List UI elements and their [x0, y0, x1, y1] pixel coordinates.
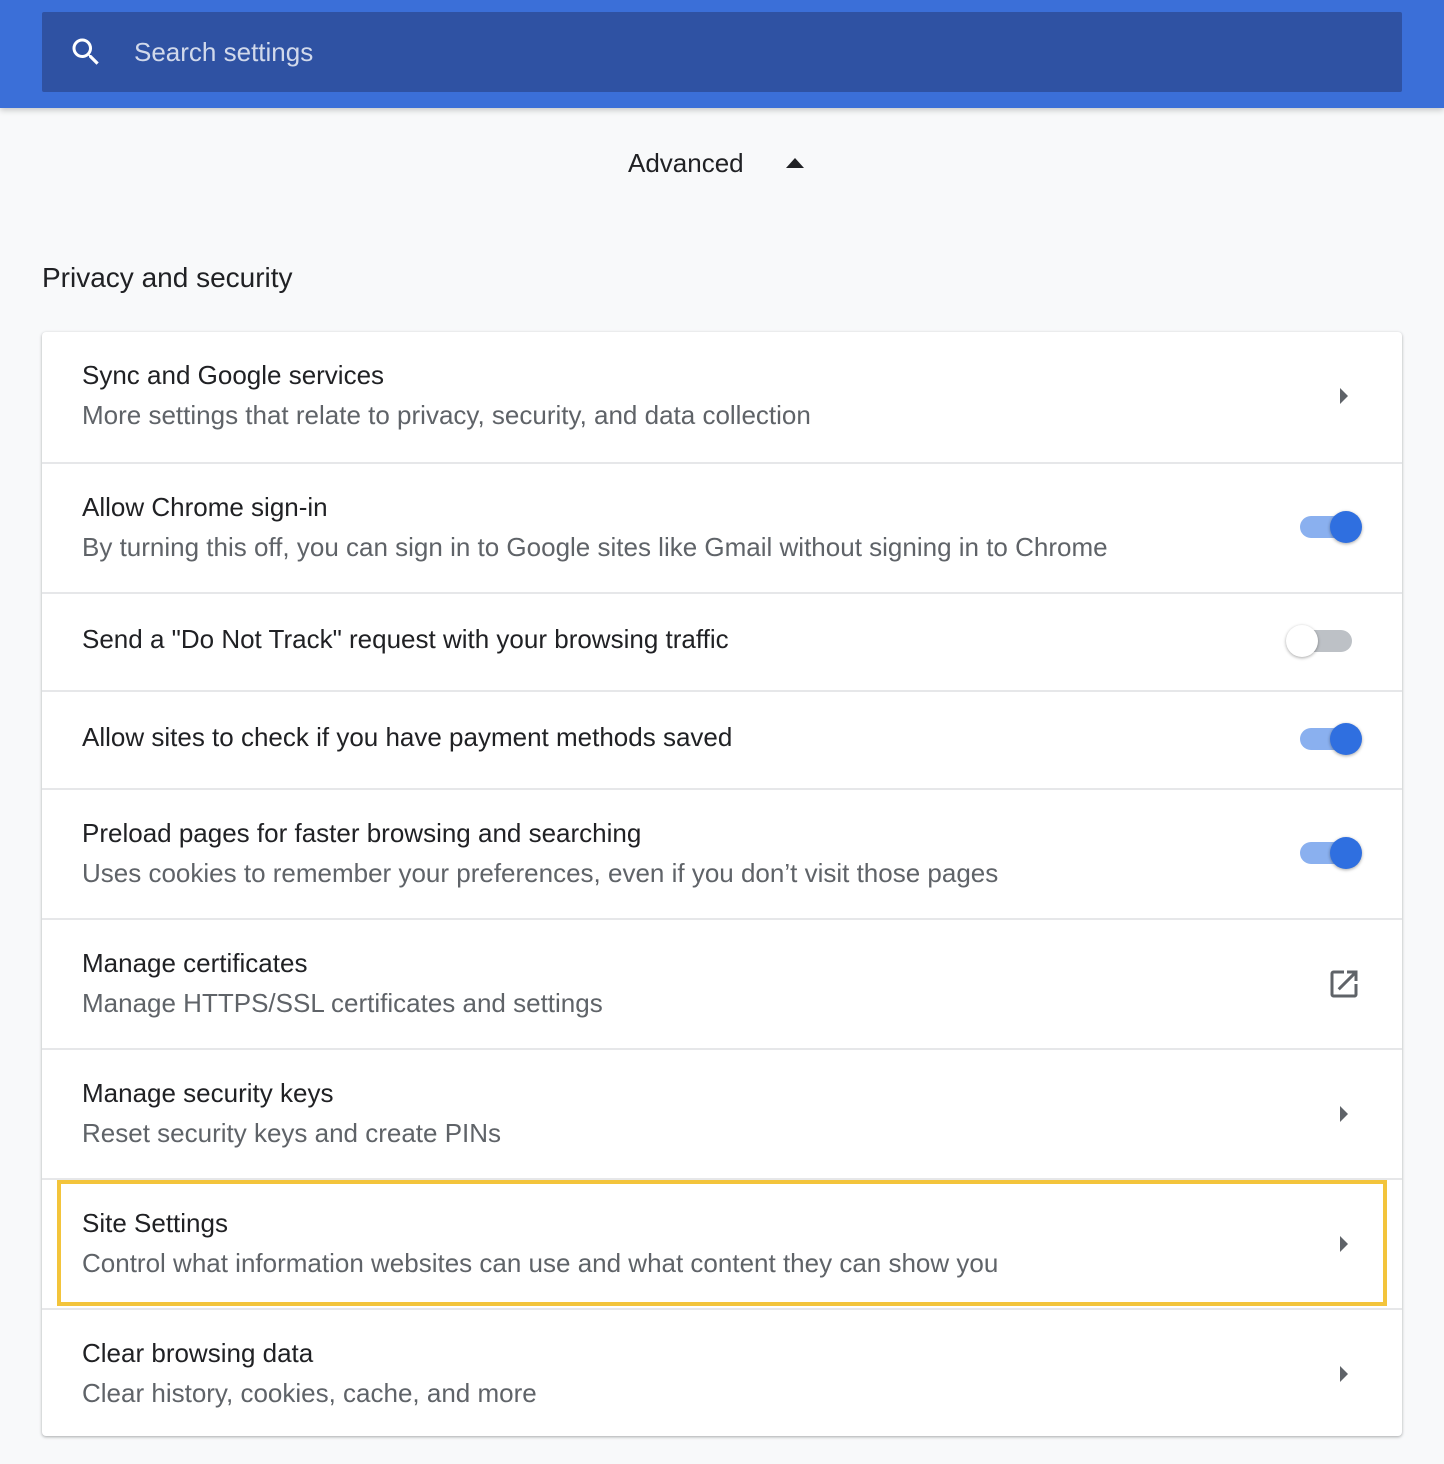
advanced-label: Advanced [628, 147, 744, 178]
row-subtitle: More settings that relate to privacy, se… [82, 400, 811, 430]
search-icon [72, 38, 99, 65]
row-title: Clear browsing data [82, 1338, 314, 1368]
search-box[interactable] [42, 12, 1402, 92]
section-title: Privacy and security [42, 262, 293, 293]
row-subtitle: Reset security keys and create PINs [82, 1118, 502, 1148]
preload-pages-toggle[interactable] [1300, 836, 1362, 870]
row-clear-browsing-data[interactable]: Clear browsing data Clear history, cooki… [42, 1308, 1402, 1436]
row-title: Preload pages for faster browsing and se… [82, 818, 642, 848]
chevron-right-icon [1340, 1106, 1348, 1122]
allow-signin-toggle[interactable] [1300, 510, 1362, 544]
highlight-outline [57, 1180, 1387, 1306]
arrow-up-icon [786, 158, 804, 168]
row-title: Send a "Do Not Track" request with your … [82, 624, 729, 654]
open-in-new-icon [1330, 970, 1358, 998]
row-subtitle: Clear history, cookies, cache, and more [82, 1378, 537, 1408]
toggle-knob [1330, 837, 1362, 869]
row-title: Sync and Google services [82, 360, 385, 390]
row-subtitle: Control what information websites can us… [82, 1248, 999, 1278]
advanced-toggle[interactable]: Advanced [614, 136, 830, 190]
chevron-right-icon [1340, 1236, 1348, 1252]
chevron-right-icon [1340, 1366, 1348, 1382]
toolbar [0, 0, 1444, 108]
toggle-knob [1286, 625, 1318, 657]
row-subtitle: Uses cookies to remember your preference… [82, 858, 999, 888]
row-manage-certificates[interactable]: Manage certificates Manage HTTPS/SSL cer… [42, 918, 1402, 1048]
row-subtitle: Manage HTTPS/SSL certificates and settin… [82, 988, 603, 1018]
row-allow-chrome-signin: Allow Chrome sign-in By turning this off… [42, 462, 1402, 592]
row-title: Site Settings [82, 1208, 228, 1238]
chevron-right-icon [1340, 388, 1348, 404]
toggle-knob [1330, 723, 1362, 755]
row-payment-methods: Allow sites to check if you have payment… [42, 690, 1402, 788]
row-sync-google-services[interactable]: Sync and Google services More settings t… [42, 332, 1402, 462]
row-title: Allow Chrome sign-in [82, 492, 328, 522]
row-site-settings[interactable]: Site Settings Control what information w… [42, 1178, 1402, 1308]
row-subtitle: By turning this off, you can sign in to … [82, 532, 1108, 562]
search-input[interactable] [134, 12, 1374, 92]
do-not-track-toggle[interactable] [1286, 624, 1356, 658]
row-title: Manage security keys [82, 1078, 334, 1108]
toggle-knob [1330, 511, 1362, 543]
privacy-security-card: Sync and Google services More settings t… [42, 332, 1402, 1436]
row-title: Manage certificates [82, 948, 308, 978]
row-manage-security-keys[interactable]: Manage security keys Reset security keys… [42, 1048, 1402, 1178]
row-preload-pages: Preload pages for faster browsing and se… [42, 788, 1402, 918]
row-do-not-track: Send a "Do Not Track" request with your … [42, 592, 1402, 690]
payment-methods-toggle[interactable] [1300, 722, 1362, 756]
row-title: Allow sites to check if you have payment… [82, 722, 733, 752]
